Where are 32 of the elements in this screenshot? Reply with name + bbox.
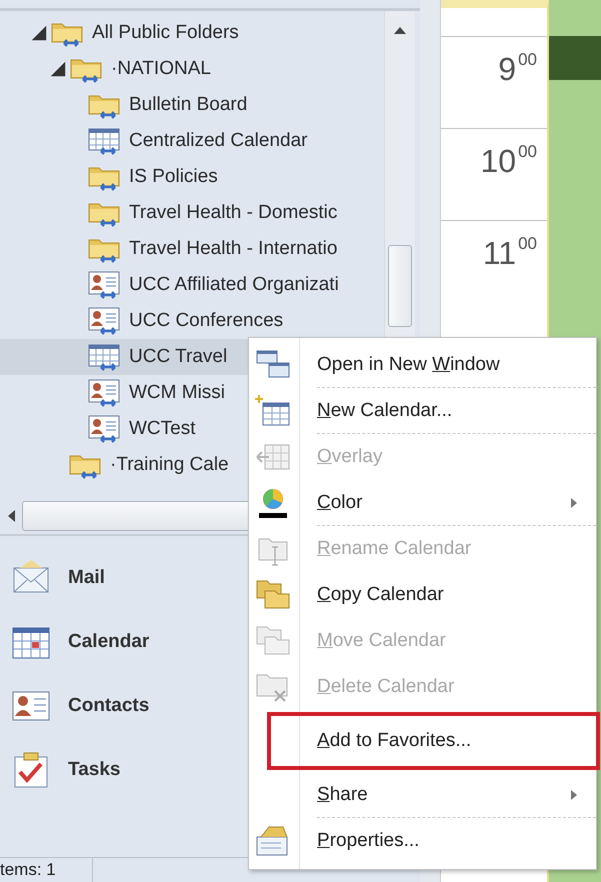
time-minutes: 00: [518, 235, 537, 255]
expanded-arrow-icon[interactable]: [30, 24, 48, 42]
folder-item[interactable]: Travel Health - Domestic: [0, 195, 384, 231]
menu-item[interactable]: Color: [249, 480, 596, 526]
folder-item[interactable]: Centralized Calendar: [0, 123, 384, 159]
time-hour: 9: [498, 51, 516, 89]
scrollbar-thumb[interactable]: [388, 245, 412, 327]
navigation-button[interactable]: Calendar: [68, 631, 150, 653]
time-hour: 10: [480, 143, 516, 181]
submenu-arrow-icon: [570, 497, 578, 509]
time-minutes: 00: [518, 143, 537, 163]
folder-item[interactable]: ·NATIONAL: [0, 51, 384, 87]
status-text: tems: 1: [0, 858, 93, 882]
folder-item[interactable]: UCC Affiliated Organizati: [0, 267, 384, 303]
time-hour: 11: [482, 235, 516, 273]
menu-item[interactable]: Copy Calendar: [249, 572, 596, 618]
folder-item[interactable]: IS Policies: [0, 159, 384, 195]
menu-item[interactable]: New Calendar...: [249, 388, 596, 434]
navigation-button[interactable]: Tasks: [68, 759, 120, 781]
navigation-button[interactable]: Contacts: [68, 695, 150, 717]
folder-item[interactable]: UCC Conferences: [0, 303, 384, 339]
folder-item[interactable]: Travel Health - Internatio: [0, 231, 384, 267]
folder-item[interactable]: All Public Folders: [0, 15, 384, 51]
scroll-up-icon[interactable]: [393, 25, 407, 35]
menu-item[interactable]: Properties...: [249, 818, 596, 864]
expanded-arrow-icon[interactable]: [49, 60, 67, 78]
navigation-button[interactable]: Mail: [68, 567, 105, 589]
menu-item[interactable]: Share: [249, 772, 596, 818]
scroll-left-icon[interactable]: [6, 509, 16, 523]
submenu-arrow-icon: [570, 789, 578, 801]
folder-item[interactable]: Bulletin Board: [0, 87, 384, 123]
time-minutes: 00: [518, 51, 537, 71]
